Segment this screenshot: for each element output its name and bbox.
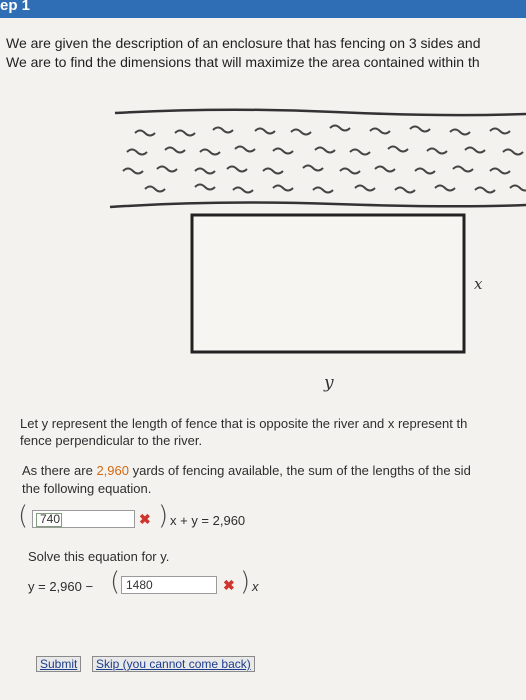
intro-text: We are given the description of an enclo… [6,34,526,72]
equation-2-lhs: y = 2,960 − [28,579,94,594]
intro-line-1: We are given the description of an enclo… [6,35,481,51]
solve-prompt: Solve this equation for y. [28,549,170,564]
fencing-line-1: As there are 2,960 yards of fencing avai… [22,463,471,478]
fencing-amount: 2,960 [96,463,129,478]
equation-1-rest: x + y = 2,960 [170,513,246,528]
fencing-line-2: the following equation. [22,481,152,496]
coefficient-input-1-value: 740 [40,512,61,526]
x-side-label: x [474,275,483,293]
river-enclosure-diagram: x y [109,108,526,393]
river-bank-bottom [109,201,526,209]
explanation-line-2: fence perpendicular to the river. [20,433,203,448]
coefficient-input-2-value: 1480 [126,578,153,592]
close-paren-2: ) [240,567,251,597]
river-bank-top [114,108,526,117]
explanation-line-1: Let y represent the length of fence that… [20,416,468,431]
open-paren-2: ( [110,567,121,597]
incorrect-x-icon: ✖ [223,577,235,593]
close-paren: ) [158,501,169,531]
enclosure-rectangle [190,213,466,354]
intro-line-2: We are to find the dimensions that will … [6,54,480,70]
incorrect-x-icon: ✖ [139,511,151,527]
river-waves [122,124,526,194]
coefficient-input-1[interactable]: 740 [32,510,135,528]
header-bar: ep 1 [0,0,526,18]
skip-button[interactable]: Skip (you cannot come back) [92,656,255,672]
coefficient-input-2[interactable]: 1480 [121,576,217,594]
fencing-suffix: yards of fencing available, the sum of t… [128,463,471,478]
y-side-label: y [323,373,334,393]
step-title: ep 1 [0,0,31,14]
equation-2-variable: x [252,579,259,594]
fencing-prefix: As there are [22,463,97,478]
submit-button[interactable]: Submit [36,656,82,672]
open-paren: ( [18,501,29,531]
